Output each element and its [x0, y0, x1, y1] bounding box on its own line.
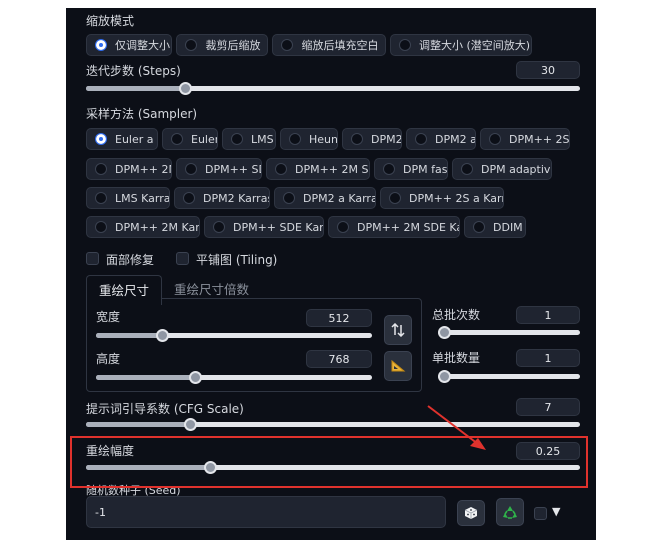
steps-slider[interactable] [86, 82, 580, 95]
sampler-dpm2-a[interactable]: DPM2 a [406, 128, 476, 150]
chevron-down-icon[interactable]: ▼ [552, 505, 560, 518]
batch-count-label: 总批次数 [432, 308, 481, 322]
triangle-ruler-icon [391, 359, 406, 372]
radio-icon [171, 133, 183, 145]
sampler-heun[interactable]: Heun [280, 128, 338, 150]
recycle-icon [503, 506, 517, 519]
sampler-dpm-adaptive[interactable]: DPM adaptive [452, 158, 552, 180]
random-seed-button[interactable] [457, 500, 485, 526]
batch-size-slider[interactable] [438, 370, 580, 383]
sampler-lms[interactable]: LMS [222, 128, 276, 150]
face-restore-checkbox[interactable] [86, 252, 99, 265]
cfg-scale-input[interactable]: 7 [516, 398, 580, 416]
sampler-dpmpp-2m-sde-karras[interactable]: DPM++ 2M SDE Karras [328, 216, 460, 238]
tiling-checkbox[interactable] [176, 252, 189, 265]
batch-size-input[interactable]: 1 [516, 349, 580, 367]
radio-icon [473, 221, 485, 233]
radio-icon [383, 163, 395, 175]
radio-icon [461, 163, 473, 175]
sampler-label: 采样方法 (Sampler) [86, 107, 198, 121]
sampler-dpmpp-sde[interactable]: DPM++ SDE [176, 158, 262, 180]
radio-icon [289, 133, 301, 145]
tiling-label: 平铺图 (Tiling) [196, 253, 278, 267]
tab-resize-by[interactable]: 重绘尺寸倍数 [174, 279, 249, 298]
radio-icon [185, 39, 197, 51]
radio-icon [95, 221, 107, 233]
resize-option-latent-upscale[interactable]: 调整大小 (潜空间放大) [390, 34, 532, 56]
sampler-euler[interactable]: Euler [162, 128, 218, 150]
radio-icon [283, 192, 295, 204]
radio-icon [213, 221, 225, 233]
sampler-euler-a[interactable]: Euler a [86, 128, 158, 150]
sampler-dpm2[interactable]: DPM2 [342, 128, 402, 150]
sampler-dpmpp-2m-karras[interactable]: DPM++ 2M Karras [86, 216, 200, 238]
resize-option-crop-resize[interactable]: 裁剪后缩放 [176, 34, 268, 56]
radio-selected-icon [95, 133, 107, 145]
width-slider[interactable] [96, 329, 372, 342]
sampler-ddim[interactable]: DDIM [464, 216, 526, 238]
tab-resize-to[interactable]: 重绘尺寸 [86, 275, 163, 305]
height-slider[interactable] [96, 371, 372, 384]
radio-icon [281, 39, 293, 51]
resize-mode-label: 缩放模式 [86, 14, 135, 28]
radio-icon [183, 192, 195, 204]
radio-icon [275, 163, 287, 175]
sampler-dpm2-karras[interactable]: DPM2 Karras [174, 187, 270, 209]
sampler-dpmpp-2m[interactable]: DPM++ 2M [86, 158, 172, 180]
width-number-input[interactable]: 512 [306, 309, 372, 327]
width-label: 宽度 [96, 310, 121, 324]
sampler-dpmpp-2s-a-karras[interactable]: DPM++ 2S a Karras [380, 187, 504, 209]
radio-icon [337, 221, 349, 233]
radio-icon [95, 163, 107, 175]
sampler-dpmpp-2m-sde[interactable]: DPM++ 2M SDE [266, 158, 370, 180]
batch-count-slider[interactable] [438, 326, 580, 339]
resize-option-resize-only[interactable]: 仅调整大小 [86, 34, 172, 56]
radio-icon [389, 192, 401, 204]
slider-fill [86, 422, 190, 427]
radio-icon [95, 192, 107, 204]
sampler-dpmpp-sde-karras[interactable]: DPM++ SDE Karras [204, 216, 324, 238]
slider-thumb[interactable] [178, 82, 192, 95]
reuse-seed-button[interactable] [496, 498, 524, 526]
slider-thumb[interactable] [438, 370, 451, 383]
resize-option-fill[interactable]: 缩放后填充空白 [272, 34, 386, 56]
highlight-annotation-box [70, 436, 588, 488]
slider-thumb[interactable] [183, 418, 197, 431]
slider-fill [86, 86, 185, 91]
face-restore-label: 面部修复 [106, 253, 155, 267]
swap-dimensions-button[interactable] [384, 315, 412, 345]
radio-icon [415, 133, 427, 145]
dice-icon [464, 507, 478, 519]
slider-fill [96, 333, 163, 338]
radio-icon [231, 133, 243, 145]
radio-icon [399, 39, 411, 51]
sampler-dpm2-a-karras[interactable]: DPM2 a Karras [274, 187, 376, 209]
seed-input[interactable]: -1 [86, 496, 446, 528]
batch-count-input[interactable]: 1 [516, 306, 580, 324]
annotation-arrow-icon [427, 405, 486, 450]
radio-selected-icon [95, 39, 107, 51]
slider-thumb[interactable] [438, 326, 451, 339]
height-number-input[interactable]: 768 [306, 350, 372, 368]
cfg-scale-label: 提示词引导系数 (CFG Scale) [86, 402, 244, 416]
steps-number-input[interactable]: 30 [516, 61, 580, 79]
steps-label: 迭代步数 (Steps) [86, 64, 181, 78]
aspect-ratio-button[interactable] [384, 351, 412, 381]
sampler-dpmpp-2s-a[interactable]: DPM++ 2S a [480, 128, 570, 150]
cfg-scale-slider[interactable] [86, 418, 580, 431]
batch-size-label: 单批数量 [432, 351, 481, 365]
sampler-dpm-fast[interactable]: DPM fast [374, 158, 448, 180]
radio-icon [351, 133, 363, 145]
radio-icon [185, 163, 197, 175]
radio-icon [489, 133, 501, 145]
height-label: 高度 [96, 352, 121, 366]
swap-arrows-icon [391, 323, 405, 337]
extra-seed-checkbox[interactable] [534, 507, 547, 520]
slider-fill [96, 375, 196, 380]
sampler-lms-karras[interactable]: LMS Karras [86, 187, 170, 209]
